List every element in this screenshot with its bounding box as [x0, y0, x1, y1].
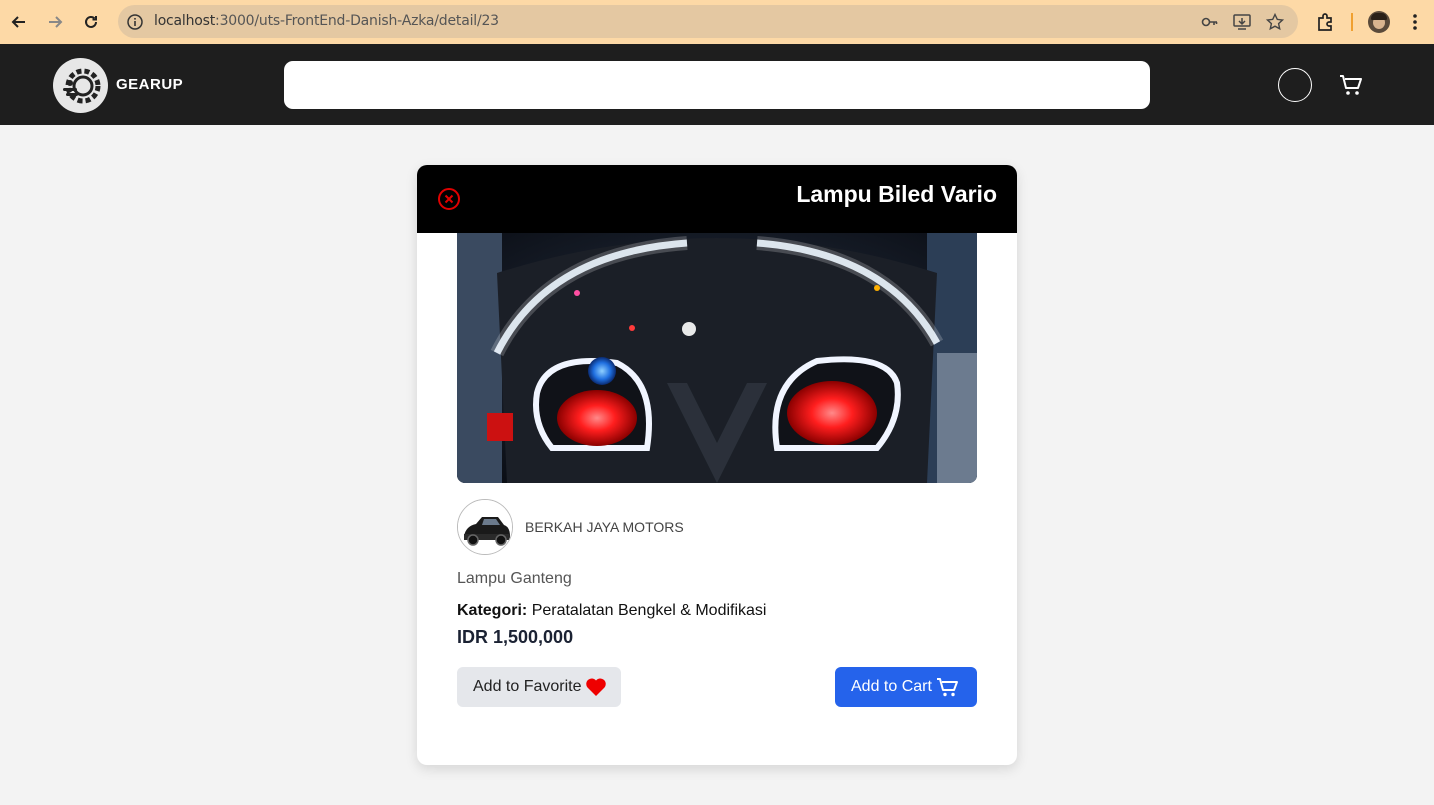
- favorite-button-label: Add to Favorite: [473, 678, 582, 695]
- url-host: localhost: [154, 13, 216, 29]
- close-icon[interactable]: [437, 187, 461, 211]
- user-avatar-icon[interactable]: [1278, 68, 1312, 102]
- gear-logo-icon[interactable]: [53, 58, 108, 113]
- add-to-cart-button[interactable]: Add to Cart: [835, 667, 977, 707]
- cart-icon[interactable]: [1338, 72, 1364, 98]
- reload-icon[interactable]: [77, 8, 105, 36]
- category-label: Kategori:: [457, 602, 528, 619]
- profile-avatar-icon[interactable]: [1368, 11, 1390, 33]
- add-to-favorite-button[interactable]: Add to Favorite: [457, 667, 621, 707]
- product-title: Lampu Biled Vario: [796, 181, 997, 207]
- bookmark-star-icon[interactable]: [1265, 12, 1285, 32]
- url-text: localhost:3000/uts-FrontEnd-Danish-Azka/…: [154, 13, 499, 29]
- forward-icon[interactable]: [41, 8, 69, 36]
- site-info-icon[interactable]: [126, 13, 144, 31]
- product-category: Kategori: Peratalatan Bengkel & Modifika…: [457, 602, 766, 620]
- product-image: [457, 233, 977, 483]
- product-price: IDR 1,500,000: [457, 627, 574, 647]
- search-input[interactable]: [284, 61, 1150, 109]
- seller-name[interactable]: BERKAH JAYA MOTORS: [525, 519, 684, 535]
- heart-icon: [585, 678, 606, 696]
- toolbar-divider: [1351, 13, 1353, 31]
- brand-name[interactable]: GEARUP: [116, 76, 183, 93]
- product-description: Lampu Ganteng: [457, 570, 572, 587]
- seller-avatar[interactable]: [457, 499, 513, 555]
- extensions-icon[interactable]: [1314, 11, 1336, 33]
- cart-button-label: Add to Cart: [851, 678, 932, 695]
- cart-button-icon: [936, 678, 958, 697]
- category-value: Peratalatan Bengkel & Modifikasi: [531, 602, 767, 619]
- more-menu-icon[interactable]: [1404, 11, 1426, 33]
- card-header: Lampu Biled Vario: [417, 165, 1017, 233]
- back-icon[interactable]: [5, 8, 33, 36]
- install-app-icon[interactable]: [1232, 12, 1252, 32]
- password-key-icon[interactable]: [1200, 12, 1220, 32]
- browser-toolbar: localhost:3000/uts-FrontEnd-Danish-Azka/…: [0, 0, 1434, 44]
- address-bar[interactable]: localhost:3000/uts-FrontEnd-Danish-Azka/…: [118, 5, 1298, 38]
- url-path: :3000/uts-FrontEnd-Danish-Azka/detail/23: [215, 13, 499, 29]
- product-detail-card: Lampu Biled Vario BERKAH JAYA MOTORS Lam…: [417, 165, 1017, 765]
